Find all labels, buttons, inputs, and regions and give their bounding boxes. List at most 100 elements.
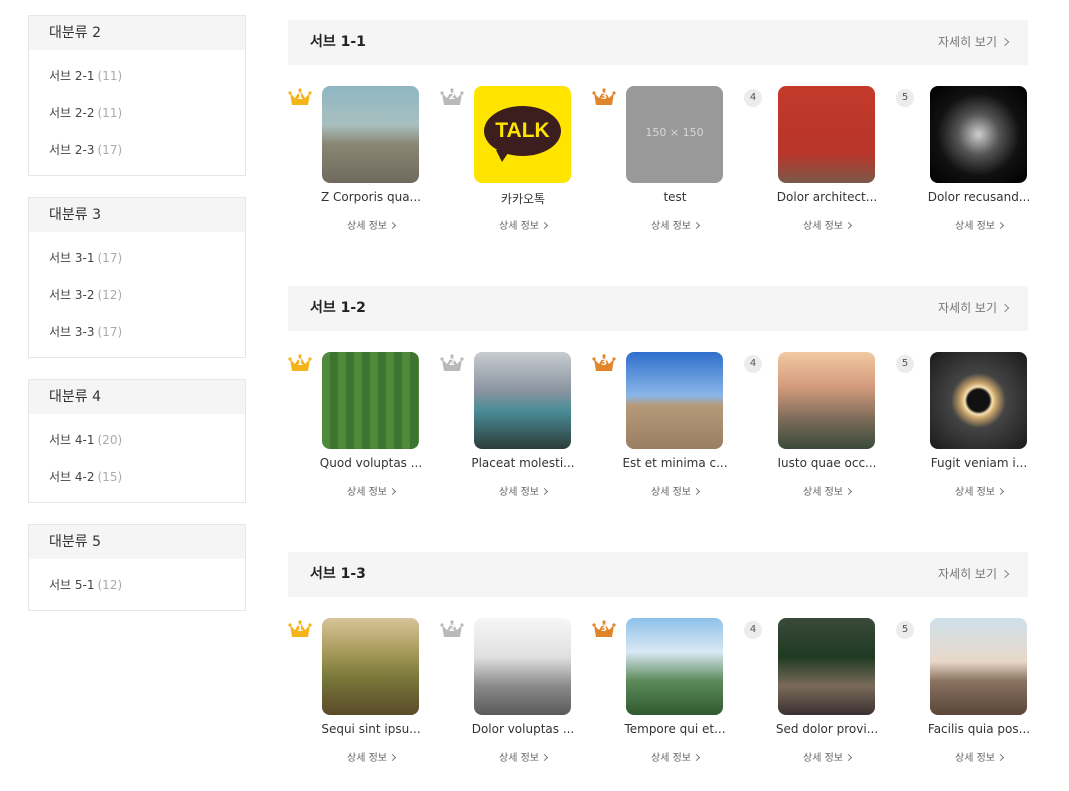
product-name[interactable]: Placeat molesti... bbox=[466, 456, 580, 470]
subcategory-item[interactable]: 서브 3-3 (17) bbox=[29, 314, 245, 351]
detail-label: 상세 정보 bbox=[651, 221, 691, 232]
product-name[interactable]: Dolor recusand... bbox=[922, 190, 1036, 204]
product-name[interactable]: Sed dolor provi... bbox=[770, 722, 884, 736]
detail-link[interactable]: 상세 정보 bbox=[922, 483, 1036, 498]
product-name[interactable]: Fugit veniam i... bbox=[922, 456, 1036, 470]
detail-link[interactable]: 상세 정보 bbox=[314, 483, 428, 498]
product-thumbnail[interactable] bbox=[626, 352, 723, 449]
product-name[interactable]: Quod voluptas ... bbox=[314, 456, 428, 470]
detail-link[interactable]: 상세 정보 bbox=[922, 749, 1036, 764]
section-header: 서브 1-3 자세히 보기 bbox=[288, 552, 1028, 597]
product-thumbnail[interactable] bbox=[322, 618, 419, 715]
product-name[interactable]: Est et minima c... bbox=[618, 456, 732, 470]
product-name[interactable]: test bbox=[618, 190, 732, 204]
chevron-right-icon bbox=[1000, 37, 1010, 47]
product-name[interactable]: Z Corporis qua... bbox=[314, 190, 428, 204]
subcategory-item[interactable]: 서브 3-2 (12) bbox=[29, 277, 245, 314]
view-more-link[interactable]: 자세히 보기 bbox=[938, 20, 1010, 65]
product-name[interactable]: 카카오톡 bbox=[466, 190, 580, 207]
detail-link[interactable]: 상세 정보 bbox=[770, 483, 884, 498]
product-name[interactable]: Facilis quia pos... bbox=[922, 722, 1036, 736]
chevron-right-icon bbox=[844, 221, 853, 230]
detail-link[interactable]: 상세 정보 bbox=[770, 217, 884, 232]
detail-link[interactable]: 상세 정보 bbox=[314, 217, 428, 232]
detail-link[interactable]: 상세 정보 bbox=[770, 749, 884, 764]
chevron-right-icon bbox=[844, 753, 853, 762]
category-list: 서브 4-1 (20) 서브 4-2 (15) bbox=[29, 414, 245, 502]
category-title[interactable]: 대분류 3 bbox=[29, 198, 245, 232]
subcategory-label: 서브 4-1 bbox=[49, 433, 95, 447]
detail-link[interactable]: 상세 정보 bbox=[314, 749, 428, 764]
rank-number: 1 bbox=[296, 92, 304, 102]
rank-number: 5 bbox=[896, 621, 914, 639]
detail-link[interactable]: 상세 정보 bbox=[618, 483, 732, 498]
subcategory-item[interactable]: 서브 4-2 (15) bbox=[29, 459, 245, 496]
crown-rank-icon: 3 bbox=[592, 619, 616, 639]
detail-link[interactable]: 상세 정보 bbox=[922, 217, 1036, 232]
category-box: 대분류 5 서브 5-1 (12) bbox=[28, 524, 246, 611]
product-thumbnail[interactable] bbox=[778, 86, 875, 183]
rank-number: 4 bbox=[744, 89, 762, 107]
product-thumbnail[interactable] bbox=[778, 618, 875, 715]
product-name[interactable]: Dolor architect... bbox=[770, 190, 884, 204]
subcategory-item[interactable]: 서브 2-2 (11) bbox=[29, 95, 245, 132]
subcategory-label: 서브 4-2 bbox=[49, 470, 95, 484]
category-title[interactable]: 대분류 4 bbox=[29, 380, 245, 414]
detail-link[interactable]: 상세 정보 bbox=[618, 217, 732, 232]
rank-badge: 4 bbox=[744, 619, 768, 639]
rank-badge: 4 bbox=[744, 353, 768, 373]
product-thumbnail[interactable] bbox=[626, 618, 723, 715]
product-name[interactable]: Iusto quae occ... bbox=[770, 456, 884, 470]
subcategory-count: (17) bbox=[97, 143, 123, 157]
product-section: 서브 1-2 자세히 보기 1 Quod voluptas ... 상세 정보 2 Pl… bbox=[288, 286, 1028, 511]
subcategory-item[interactable]: 서브 3-1 (17) bbox=[29, 240, 245, 277]
product-thumbnail[interactable] bbox=[930, 352, 1027, 449]
subcategory-item[interactable]: 서브 2-3 (17) bbox=[29, 132, 245, 169]
section-title: 서브 1-3 bbox=[310, 566, 366, 582]
product-thumbnail[interactable] bbox=[322, 86, 419, 183]
product-name[interactable]: Sequi sint ipsu... bbox=[314, 722, 428, 736]
section-header: 서브 1-1 자세히 보기 bbox=[288, 20, 1028, 65]
subcategory-count: (12) bbox=[97, 288, 123, 302]
view-more-link[interactable]: 자세히 보기 bbox=[937, 286, 1010, 331]
category-title[interactable]: 대분류 5 bbox=[29, 525, 245, 559]
rank-number: 2 bbox=[448, 624, 456, 634]
chevron-right-icon bbox=[540, 487, 549, 496]
chevron-right-icon bbox=[1000, 303, 1010, 313]
section-title: 서브 1-1 bbox=[310, 34, 366, 50]
product-thumbnail[interactable] bbox=[474, 618, 571, 715]
product-thumbnail[interactable] bbox=[930, 86, 1027, 183]
product-thumbnail[interactable] bbox=[778, 352, 875, 449]
category-list: 서브 2-1 (11) 서브 2-2 (11) 서브 2-3 (17) bbox=[29, 50, 245, 175]
rank-badge: 4 bbox=[744, 87, 768, 107]
subcategory-item[interactable]: 서브 4-1 (20) bbox=[29, 422, 245, 459]
product-thumbnail[interactable]: 150 × 150 bbox=[626, 86, 723, 183]
view-more-label: 자세히 보기 bbox=[937, 567, 997, 581]
view-more-link[interactable]: 자세히 보기 bbox=[937, 552, 1010, 597]
detail-label: 상세 정보 bbox=[651, 753, 691, 764]
chevron-right-icon bbox=[996, 487, 1005, 496]
product-name[interactable]: Tempore qui et... bbox=[618, 722, 732, 736]
rank-badge: 5 bbox=[896, 87, 920, 107]
chevron-right-icon bbox=[540, 753, 549, 762]
detail-link[interactable]: 상세 정보 bbox=[466, 483, 580, 498]
view-more-label: 자세히 보기 bbox=[937, 301, 997, 315]
product-thumbnail[interactable] bbox=[322, 352, 419, 449]
detail-link[interactable]: 상세 정보 bbox=[618, 749, 732, 764]
category-title[interactable]: 대분류 2 bbox=[29, 16, 245, 50]
detail-link[interactable]: 상세 정보 bbox=[466, 217, 580, 232]
kakaotalk-logo: TALK bbox=[484, 106, 561, 156]
crown-rank-icon: 1 bbox=[288, 619, 312, 639]
chevron-right-icon bbox=[692, 221, 701, 230]
product-thumbnail[interactable]: TALK bbox=[474, 86, 571, 183]
subcategory-label: 서브 3-2 bbox=[49, 288, 95, 302]
detail-link[interactable]: 상세 정보 bbox=[466, 749, 580, 764]
product-thumbnail[interactable] bbox=[474, 352, 571, 449]
subcategory-item[interactable]: 서브 5-1 (12) bbox=[29, 567, 245, 604]
subcategory-item[interactable]: 서브 2-1 (11) bbox=[29, 58, 245, 95]
sidebar: 대분류 2 서브 2-1 (11) 서브 2-2 (11) 서브 2-3 (17) 대… bbox=[28, 15, 246, 632]
product-thumbnail[interactable] bbox=[930, 618, 1027, 715]
detail-label: 상세 정보 bbox=[347, 487, 387, 498]
product-name[interactable]: Dolor voluptas ... bbox=[466, 722, 580, 736]
product-section: 서브 1-1 자세히 보기 1 Z Corporis qua... 상세 정보 2 TA… bbox=[288, 20, 1030, 245]
